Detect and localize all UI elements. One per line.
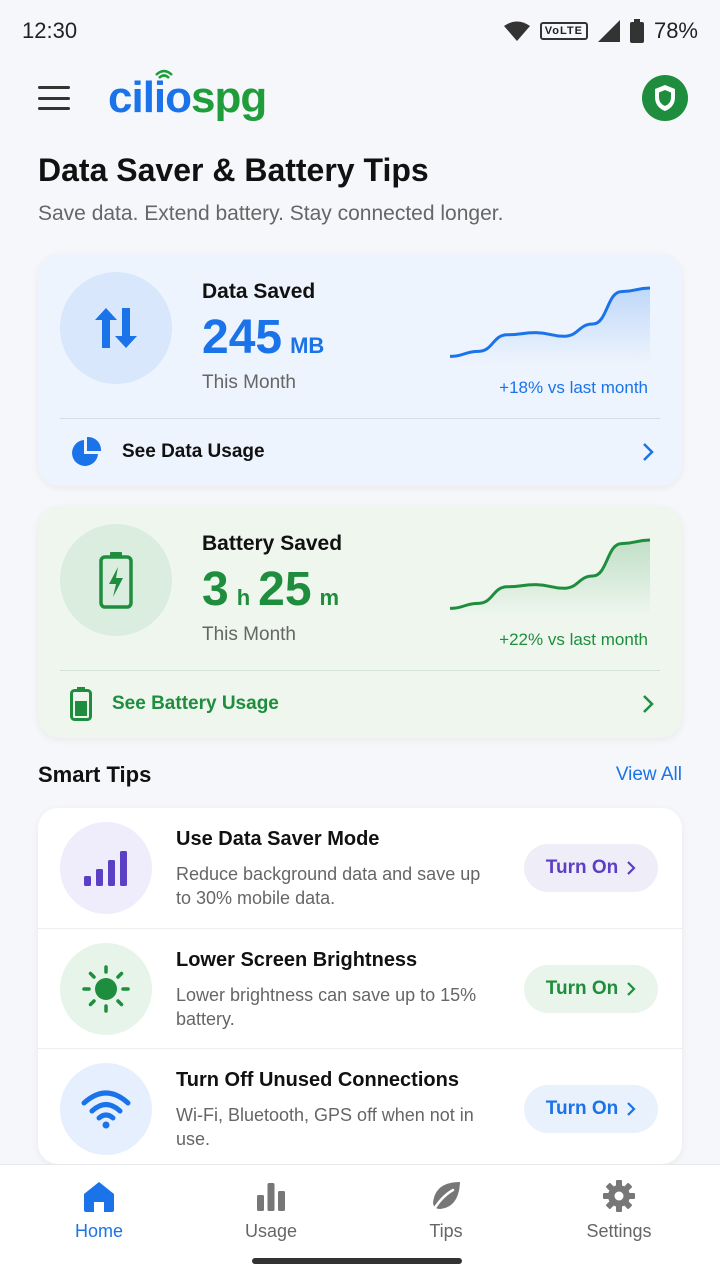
view-all-link[interactable]: View All [616, 764, 682, 786]
see-battery-usage-link[interactable]: See Battery Usage [70, 682, 654, 726]
data-saved-number: 245 [202, 311, 283, 364]
bar-chart-icon [257, 1183, 285, 1211]
tip-connections: Turn Off Unused Connections Wi-Fi, Bluet… [38, 1048, 682, 1164]
status-bar: 12:30 VoLTE 78% [0, 0, 720, 62]
data-saved-unit: MB [290, 333, 325, 358]
button-label: Turn On [545, 1098, 619, 1119]
data-saved-period: This Month [202, 372, 296, 393]
shield-icon[interactable] [642, 75, 688, 121]
tip-description: Lower brightness can save up to 15% batt… [176, 985, 477, 1029]
tip-title: Use Data Saver Mode [176, 828, 380, 850]
tip-title: Turn Off Unused Connections [176, 1069, 459, 1091]
nav-home-label: Home [74, 1221, 123, 1241]
page-subtitle: Save data. Extend battery. Stay connecte… [38, 202, 504, 225]
home-indicator [252, 1258, 462, 1264]
chevron-right-icon [643, 695, 654, 713]
logo-text-primary: cilio [108, 73, 192, 122]
page-title: Data Saver & Battery Tips [38, 152, 429, 188]
home-icon [84, 1182, 114, 1212]
status-time: 12:30 [22, 18, 78, 43]
signal-bars-icon [60, 822, 152, 914]
data-saved-value: 245 MB [202, 310, 324, 365]
turn-on-connections-button[interactable]: Turn On [524, 1085, 658, 1133]
battery-saved-card: Battery Saved 3 h 25 m This Month +22% v… [38, 506, 682, 738]
cell-signal-icon [597, 20, 620, 42]
nav-tips-label: Tips [429, 1221, 463, 1241]
data-change-text: +18% vs last month [499, 378, 648, 397]
battery-change-text: +22% vs last month [499, 630, 648, 649]
nav-tips[interactable]: Tips [386, 1179, 506, 1242]
hamburger-menu-icon[interactable] [38, 86, 70, 110]
app-bar: ciliospg [0, 62, 720, 134]
gear-icon [603, 1180, 635, 1212]
battery-percent: 78% [653, 18, 698, 43]
tip-data-saver: Use Data Saver Mode Reduce background da… [38, 808, 682, 928]
nav-home[interactable]: Home [39, 1179, 159, 1242]
nav-settings-label: Settings [586, 1221, 652, 1241]
battery-charging-icon [60, 524, 172, 636]
battery-saved-label: Battery Saved [202, 532, 343, 555]
wifi-status-icon [503, 21, 530, 41]
smart-tips-list: Use Data Saver Mode Reduce background da… [38, 808, 682, 1164]
data-trend-sparkline [449, 286, 651, 364]
chevron-right-icon [627, 982, 636, 996]
chevron-right-icon [627, 1102, 636, 1116]
smart-tips-title: Smart Tips [38, 762, 152, 787]
leaf-icon [431, 1182, 460, 1213]
battery-trend-sparkline [449, 538, 651, 616]
volte-badge: VoLTE [539, 22, 588, 40]
pie-chart-icon [72, 436, 102, 466]
battery-hours-number: 3 [202, 563, 229, 616]
tip-brightness: Lower Screen Brightness Lower brightness… [38, 928, 682, 1048]
button-label: Turn On [545, 978, 619, 999]
see-battery-usage-label: See Battery Usage [112, 693, 279, 714]
wifi-icon [60, 1063, 152, 1155]
chevron-right-icon [643, 443, 654, 461]
chevron-right-icon [627, 861, 636, 875]
nav-settings[interactable]: Settings [559, 1179, 679, 1242]
status-icons: VoLTE 78% [503, 18, 698, 44]
nav-usage-label: Usage [244, 1221, 298, 1241]
button-label: Turn On [545, 857, 619, 878]
tip-title: Lower Screen Brightness [176, 949, 418, 971]
see-data-usage-label: See Data Usage [122, 441, 265, 462]
battery-icon [70, 687, 92, 721]
turn-on-brightness-button[interactable]: Turn On [524, 965, 658, 1013]
tip-description: Wi-Fi, Bluetooth, GPS off when not in us… [176, 1105, 474, 1149]
battery-saved-value: 3 h 25 m [202, 562, 339, 617]
battery-hours-unit: h [236, 585, 251, 610]
battery-minutes-unit: m [319, 585, 340, 610]
data-saved-label: Data Saved [202, 280, 316, 303]
data-saved-card: Data Saved 245 MB This Month +18% vs las… [38, 254, 682, 486]
nav-usage[interactable]: Usage [211, 1179, 331, 1242]
battery-saved-period: This Month [202, 624, 296, 645]
app-logo: ciliospg [108, 69, 267, 123]
tip-description: Reduce background data and save up to 30… [176, 864, 481, 908]
divider [60, 418, 660, 419]
logo-wave-icon [155, 69, 173, 79]
turn-on-data-saver-button[interactable]: Turn On [524, 844, 658, 892]
logo-text-secondary: spg [191, 73, 267, 122]
data-transfer-icon [60, 272, 172, 384]
battery-minutes-number: 25 [258, 563, 312, 616]
sun-icon [60, 943, 152, 1035]
battery-status-icon [629, 19, 644, 43]
smart-tips-header: Smart Tips View All [38, 762, 682, 788]
see-data-usage-link[interactable]: See Data Usage [70, 430, 654, 474]
divider [60, 670, 660, 671]
